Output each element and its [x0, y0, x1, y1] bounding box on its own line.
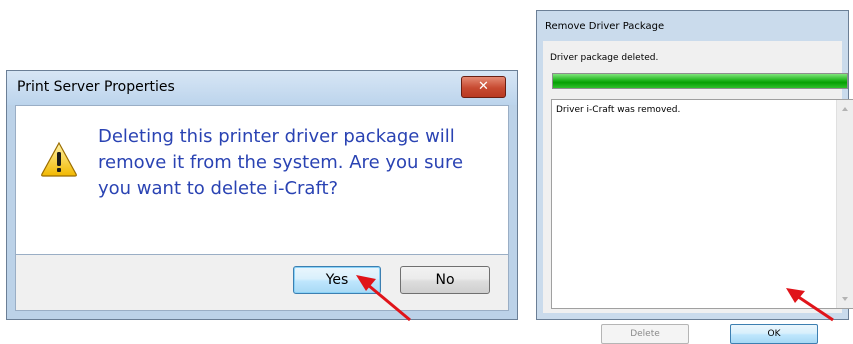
scroll-down-icon[interactable] [842, 297, 848, 301]
progress-bar-fill [553, 74, 847, 88]
yes-button[interactable]: Yes [293, 266, 381, 294]
no-button[interactable]: No [400, 266, 490, 294]
ok-button[interactable]: OK [730, 324, 818, 344]
dialog-content: Deleting this printer driver package wil… [15, 105, 509, 255]
close-icon: ✕ [478, 79, 489, 94]
log-line: Driver i-Craft was removed. [556, 105, 681, 115]
print-server-properties-dialog: Print Server Properties ✕ Deleting this … [6, 70, 518, 320]
dialog-title: Print Server Properties [17, 79, 175, 95]
dialog-panel: Driver package deleted. Driver i-Craft w… [543, 41, 853, 344]
status-text: Driver package deleted. [550, 53, 659, 63]
close-button[interactable]: ✕ [461, 76, 506, 98]
vertical-scrollbar[interactable] [836, 100, 853, 308]
dialog-titlebar[interactable]: Print Server Properties ✕ [7, 71, 517, 105]
remove-driver-package-dialog: Remove Driver Package Driver package del… [536, 10, 853, 344]
delete-button: Delete [601, 324, 689, 344]
confirmation-message: Deleting this printer driver package wil… [98, 126, 464, 199]
log-text-area[interactable]: Driver i-Craft was removed. [551, 99, 853, 309]
dialog-title: Remove Driver Package [545, 21, 665, 32]
warning-icon [41, 141, 77, 177]
progress-bar [552, 73, 848, 89]
scroll-up-icon[interactable] [842, 107, 848, 111]
